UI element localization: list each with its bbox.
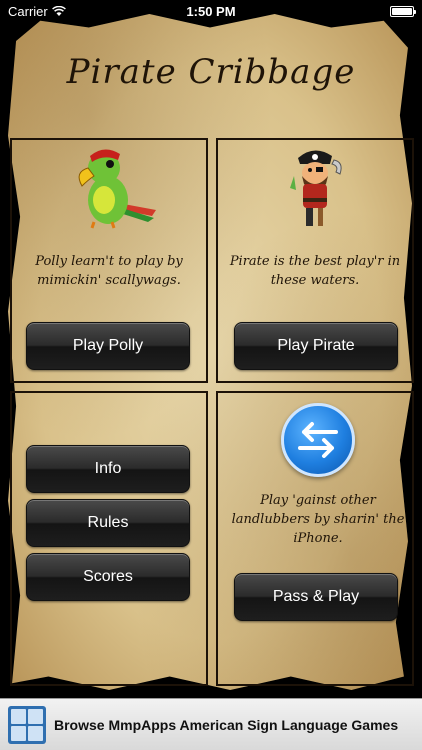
play-polly-button[interactable]: Play Polly — [26, 322, 190, 370]
ad-text: Browse MmpApps American Sign Language Ga… — [54, 716, 399, 733]
pirate-caption: Pirate is the best play'r in these water… — [229, 254, 401, 288]
app-title: Pirate Cribbage — [66, 52, 356, 92]
scores-button[interactable]: Scores — [26, 553, 190, 601]
sign-language-icon — [8, 705, 46, 744]
ad-banner[interactable]: Browse MmpApps American Sign Language Ga… — [0, 698, 422, 750]
swap-arrows-icon — [281, 403, 355, 477]
wifi-icon — [51, 5, 66, 16]
panel-pirate: Pirate is the best play'r in these water… — [216, 138, 414, 383]
pass-caption: Play 'gainst other landlubbers by sharin… — [231, 493, 405, 546]
pass-and-play-button[interactable]: Pass & Play — [234, 573, 398, 621]
rules-button[interactable]: Rules — [26, 499, 190, 547]
carrier-label: Carrier — [8, 3, 48, 19]
play-pirate-button[interactable]: Play Pirate — [234, 322, 398, 370]
status-bar: Carrier 1:50 PM — [0, 0, 422, 22]
parrot-icon — [64, 146, 156, 235]
status-left: Carrier — [8, 4, 66, 19]
panel-polly: Polly learn't to play by mimickin' scall… — [10, 138, 208, 383]
polly-caption: Polly learn't to play by mimickin' scall… — [35, 254, 183, 288]
info-button[interactable]: Info — [26, 445, 190, 493]
panel-menu: Info Rules Scores — [10, 391, 208, 686]
pirate-icon — [284, 146, 350, 235]
panel-pass-and-play: Play 'gainst other landlubbers by sharin… — [216, 391, 414, 686]
battery-icon — [390, 5, 416, 17]
